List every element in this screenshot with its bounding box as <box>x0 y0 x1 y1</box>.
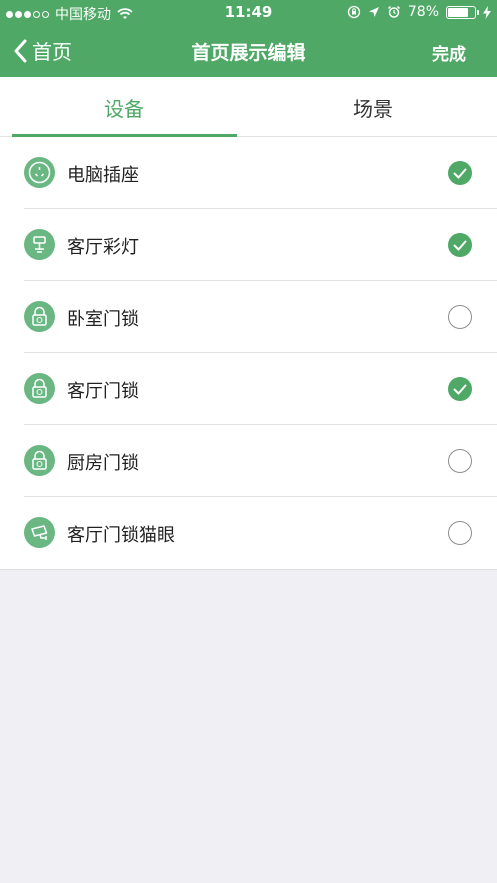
tab-scenes[interactable]: 场景 <box>249 77 497 137</box>
battery-icon <box>446 5 479 19</box>
tab-devices[interactable]: 设备 <box>0 77 248 137</box>
device-label: 厨房门锁 <box>67 453 139 474</box>
back-label: 首页 <box>32 40 72 64</box>
location-icon <box>368 7 379 17</box>
device-row[interactable]: 客厅彩灯 <box>0 209 497 281</box>
alarm-icon <box>387 5 400 18</box>
socket-icon <box>24 157 55 188</box>
tab-bar: 设备 场景 <box>0 77 497 137</box>
device-row[interactable]: 厨房门锁 <box>0 425 497 497</box>
unchecked-circle-icon[interactable] <box>448 305 472 329</box>
lamp-icon <box>24 229 55 260</box>
done-button[interactable]: 完成 <box>432 40 466 65</box>
lock-icon <box>24 445 55 476</box>
device-row[interactable]: 卧室门锁 <box>0 281 497 353</box>
navigation-bar: 首页 首页展示编辑 完成 <box>0 26 497 77</box>
lock-icon <box>24 373 55 404</box>
battery-percent: 78% <box>407 4 439 20</box>
lock-icon <box>24 301 55 332</box>
device-row[interactable]: 客厅门锁 <box>0 353 497 425</box>
back-button[interactable]: 首页 <box>14 36 72 65</box>
device-label: 电脑插座 <box>67 165 139 186</box>
checkmark-icon[interactable] <box>448 233 472 257</box>
device-label: 卧室门锁 <box>67 309 139 330</box>
device-label: 客厅门锁 <box>67 381 139 402</box>
header: 中国移动 11:49 78% 首页 首页展示编辑 完成 <box>0 0 497 77</box>
unchecked-circle-icon[interactable] <box>448 449 472 473</box>
checkmark-icon[interactable] <box>448 377 472 401</box>
device-row[interactable]: 电脑插座 <box>0 137 497 209</box>
device-row[interactable]: 客厅门锁猫眼 <box>0 497 497 569</box>
status-bar: 中国移动 11:49 78% <box>0 0 497 26</box>
page-title: 首页展示编辑 <box>191 42 306 64</box>
device-label: 客厅门锁猫眼 <box>67 525 175 546</box>
device-label: 客厅彩灯 <box>67 237 139 258</box>
checkmark-icon[interactable] <box>448 161 472 185</box>
orientation-lock-icon <box>347 5 361 19</box>
charging-icon <box>483 5 491 19</box>
camera-icon <box>24 517 55 548</box>
device-list: 电脑插座 客厅彩灯 卧室门锁 客厅门锁 厨房门锁 客厅门锁猫眼 <box>0 137 497 570</box>
unchecked-circle-icon[interactable] <box>448 521 472 545</box>
chevron-left-icon <box>14 39 27 62</box>
